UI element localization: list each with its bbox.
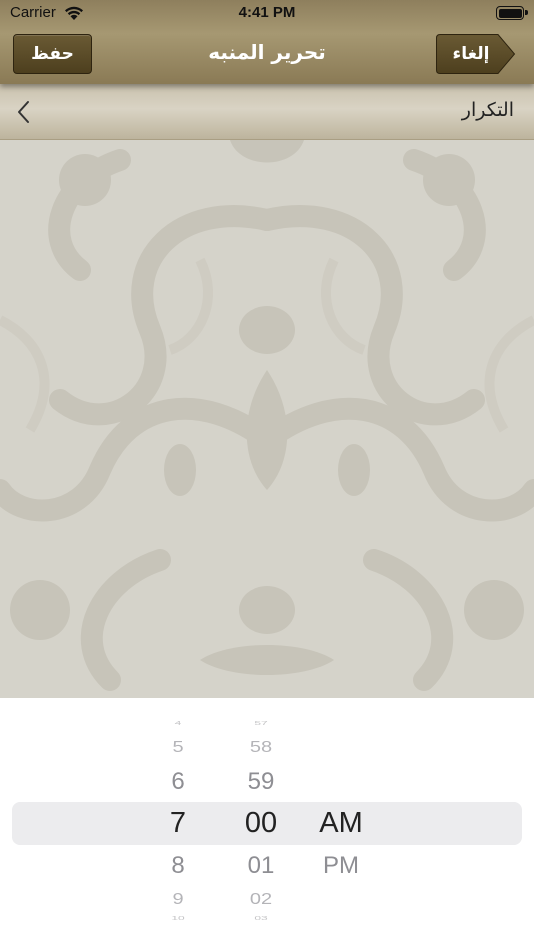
- status-time: 4:41 PM: [238, 4, 296, 21]
- picker-hour-option[interactable]: 5: [148, 738, 208, 756]
- picker-period-selected[interactable]: AM: [306, 807, 376, 840]
- picker-minute-option[interactable]: 02: [226, 890, 296, 908]
- picker-minute-option[interactable]: 57: [226, 720, 296, 726]
- cancel-button[interactable]: إلغاء: [436, 34, 516, 74]
- navigation-bar: Carrier 4:41 PM حفظ تحرير المنبه إلغاء: [0, 0, 534, 84]
- damask-background: [0, 140, 534, 698]
- picker-hour-option[interactable]: 8: [148, 852, 208, 880]
- damask-pattern: [0, 140, 534, 691]
- picker-hour-option[interactable]: 9: [148, 890, 208, 908]
- time-picker[interactable]: 4 5 6 7 8 9 10 57 58 59 00 01 02 03 AM P…: [0, 698, 534, 950]
- picker-hour-option[interactable]: 6: [148, 768, 208, 796]
- picker-hour-selected[interactable]: 7: [148, 807, 208, 840]
- picker-minute-selected[interactable]: 00: [226, 807, 296, 840]
- picker-minute-option[interactable]: 58: [226, 738, 296, 756]
- picker-hour-option[interactable]: 10: [148, 915, 208, 921]
- repeat-label: التكرار: [461, 99, 514, 121]
- picker-hour-option[interactable]: 4: [148, 720, 208, 726]
- picker-minute-option[interactable]: 03: [226, 915, 296, 921]
- chevron-left-icon: [18, 101, 29, 123]
- status-bar: Carrier 4:41 PM: [0, 0, 534, 28]
- picker-minute-option[interactable]: 59: [226, 768, 296, 796]
- picker-minute-option[interactable]: 01: [226, 852, 296, 880]
- cancel-button-label: إلغاء: [452, 44, 490, 64]
- repeat-row[interactable]: التكرار: [0, 84, 534, 140]
- picker-period-option[interactable]: PM: [306, 852, 376, 880]
- battery-icon: [496, 6, 528, 20]
